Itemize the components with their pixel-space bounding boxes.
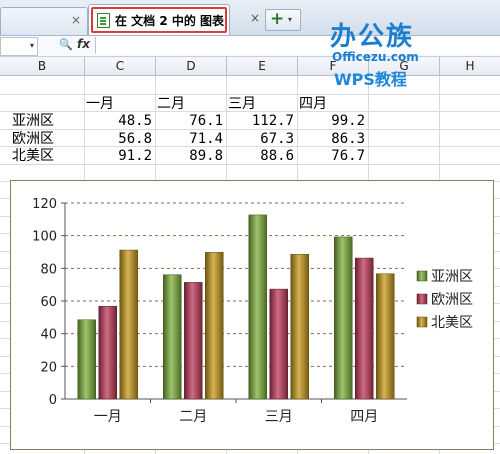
x-tick-label: 二月 <box>179 409 207 425</box>
x-tick-label: 一月 <box>94 409 122 425</box>
value-cell[interactable]: 89.8 <box>157 146 223 166</box>
y-tick-label: 0 <box>49 393 57 408</box>
tab-label: 在 文档 2 中的 图表 <box>115 14 225 28</box>
logo-title: 办公族 <box>330 22 415 52</box>
x-tick-label: 四月 <box>350 409 378 425</box>
y-tick-label: 40 <box>40 328 57 343</box>
bar-2-3[interactable] <box>269 288 288 400</box>
legend-label[interactable]: 欧洲区 <box>431 292 473 308</box>
chevron-down-icon[interactable]: ▾ <box>30 41 34 50</box>
spreadsheet-document-icon <box>97 13 110 28</box>
column-header-c[interactable]: C <box>85 57 156 75</box>
value-cell[interactable]: 112.7 <box>228 111 294 131</box>
value-cell[interactable]: 91.2 <box>86 146 152 166</box>
new-tab-button[interactable]: + ▾ <box>265 9 301 31</box>
y-tick-label: 100 <box>32 230 57 245</box>
y-tick-label: 60 <box>40 295 57 310</box>
bar-1-3[interactable] <box>248 214 267 400</box>
value-cell[interactable]: 76.7 <box>299 146 365 166</box>
y-tick-label: 20 <box>40 360 57 375</box>
plus-icon: + <box>270 9 285 29</box>
bar-3-4[interactable] <box>376 273 395 400</box>
chart-canvas: 0 20 40 60 80 100 120 一月 二月 三月 四月 亚洲区欧洲区北美区 <box>32 197 473 425</box>
column-header-d[interactable]: D <box>156 57 227 75</box>
value-cell[interactable]: 99.2 <box>299 111 365 131</box>
bar-1-4[interactable] <box>334 236 353 400</box>
logo-wps: WPS教程 <box>334 70 407 89</box>
bar-3-2[interactable] <box>205 252 224 400</box>
legend-label[interactable]: 北美区 <box>431 315 473 331</box>
value-cell[interactable]: 48.5 <box>86 111 152 131</box>
x-tick-label: 三月 <box>265 409 293 425</box>
zoom-icon[interactable]: 🔍 <box>59 38 73 51</box>
name-box[interactable]: ▾ <box>0 37 38 56</box>
column-header-b[interactable]: B <box>0 57 85 75</box>
close-tab-icon[interactable]: × <box>250 11 260 25</box>
bar-1-2[interactable] <box>163 274 182 400</box>
column-chart[interactable]: 0 20 40 60 80 100 120 一月 二月 三月 四月 亚洲区欧洲区北美区 <box>10 180 494 450</box>
bar-3-1[interactable] <box>119 249 138 400</box>
y-tick-label: 80 <box>40 262 57 277</box>
bar-1-1[interactable] <box>77 319 96 400</box>
column-header-e[interactable]: E <box>227 57 298 75</box>
value-cell[interactable]: 88.6 <box>228 146 294 166</box>
insert-function-icon[interactable]: fx <box>77 37 90 51</box>
tab-active-chart-document[interactable]: 在 文档 2 中的 图表 <box>88 4 230 35</box>
row-label-cell[interactable]: 亚洲区 <box>12 111 82 131</box>
tab-previous-document[interactable]: × <box>0 7 88 35</box>
value-cell[interactable]: 76.1 <box>157 111 223 131</box>
row-label-cell[interactable]: 北美区 <box>12 146 82 166</box>
close-icon[interactable]: × <box>71 13 81 27</box>
bar-2-1[interactable] <box>98 305 117 400</box>
logo-url: Officezu.com <box>332 50 419 64</box>
site-logo: 办公族 Officezu.com WPS教程 <box>320 12 495 89</box>
legend-swatch <box>416 293 428 305</box>
y-tick-label: 120 <box>32 197 57 212</box>
legend-label[interactable]: 亚洲区 <box>431 269 473 285</box>
legend-swatch <box>416 270 428 282</box>
bar-2-2[interactable] <box>184 282 203 400</box>
chevron-down-icon[interactable]: ▾ <box>288 15 292 24</box>
bar-2-4[interactable] <box>355 257 374 400</box>
bar-3-3[interactable] <box>290 254 309 400</box>
legend-swatch <box>416 316 428 328</box>
